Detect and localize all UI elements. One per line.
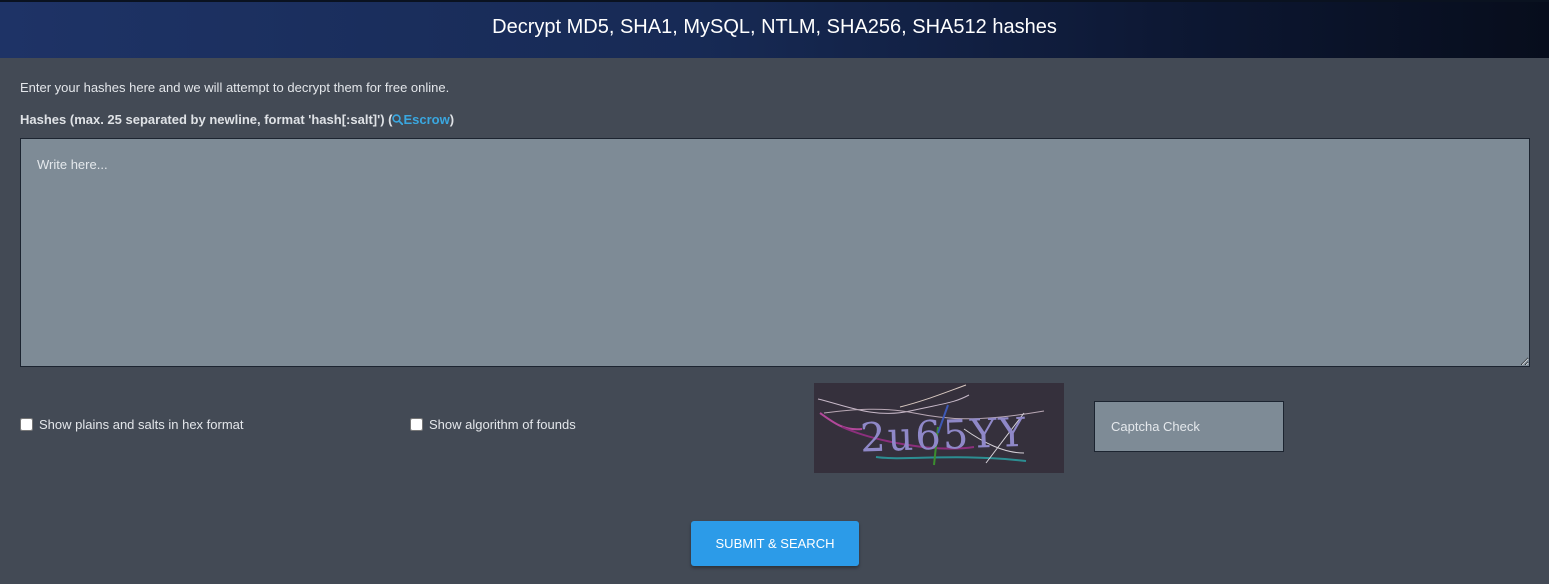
algorithm-label: Show algorithm of founds — [429, 417, 576, 432]
intro-text: Enter your hashes here and we will attem… — [20, 80, 450, 95]
algorithm-option[interactable]: Show algorithm of founds — [410, 417, 576, 432]
page-header: Decrypt MD5, SHA1, MySQL, NTLM, SHA256, … — [0, 0, 1549, 58]
page-title: Decrypt MD5, SHA1, MySQL, NTLM, SHA256, … — [492, 15, 1057, 38]
captcha-text: 2u65YY — [859, 410, 1027, 462]
algorithm-checkbox[interactable] — [410, 418, 423, 431]
search-icon — [392, 112, 404, 127]
hashes-input[interactable] — [20, 138, 1530, 367]
hashes-label-text: Hashes (max. 25 separated by newline, fo… — [20, 112, 393, 127]
hex-format-option[interactable]: Show plains and salts in hex format — [20, 417, 244, 432]
escrow-link-label: Escrow — [403, 112, 450, 127]
hashes-label: Hashes (max. 25 separated by newline, fo… — [20, 112, 454, 127]
captcha-image: 2u65YY — [814, 383, 1064, 473]
escrow-link[interactable]: Escrow — [392, 112, 450, 127]
hashes-label-close: ) — [449, 112, 455, 127]
hex-format-label: Show plains and salts in hex format — [39, 417, 244, 432]
submit-search-button[interactable]: SUBMIT & SEARCH — [691, 521, 859, 566]
captcha-input[interactable] — [1094, 401, 1284, 452]
hex-format-checkbox[interactable] — [20, 418, 33, 431]
